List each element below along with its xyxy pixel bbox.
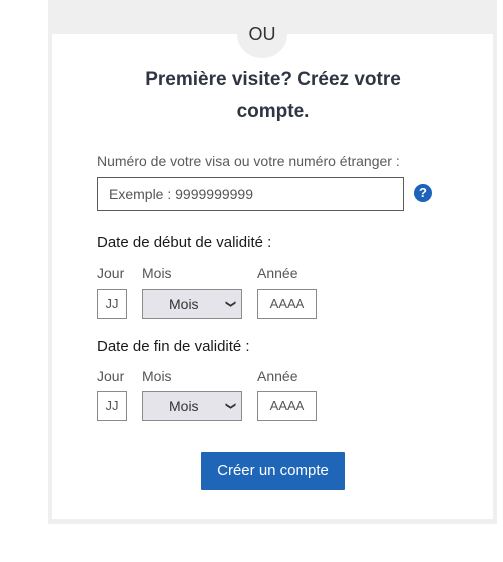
start-month-select[interactable]: Mois ❯: [142, 289, 242, 319]
end-date-label: Date de fin de validité :: [97, 338, 250, 355]
start-day-label: Jour: [97, 265, 125, 281]
end-day-input[interactable]: JJ: [97, 391, 127, 421]
visa-field-label: Numéro de votre visa ou votre numéro étr…: [97, 153, 400, 169]
end-day-label: Jour: [97, 368, 125, 384]
end-year-label: Année: [257, 368, 298, 384]
start-month-select-value: Mois: [169, 296, 199, 312]
start-month-label: Mois: [142, 265, 172, 281]
question-circle-icon[interactable]: ?: [414, 184, 432, 202]
or-divider-badge: OU: [237, 12, 287, 58]
start-year-input[interactable]: AAAA: [257, 289, 317, 319]
start-date-label: Date de début de validité :: [97, 234, 272, 251]
end-month-select-value: Mois: [169, 398, 199, 414]
chevron-down-icon: ❯: [224, 299, 236, 309]
end-month-label: Mois: [142, 368, 172, 384]
start-day-input[interactable]: JJ: [97, 289, 127, 319]
chevron-down-icon: ❯: [224, 401, 236, 411]
start-year-label: Année: [257, 265, 298, 281]
register-title: Première visite? Créez votre compte.: [145, 69, 401, 122]
end-month-select[interactable]: Mois ❯: [142, 391, 242, 421]
create-account-button[interactable]: Créer un compte: [201, 452, 345, 490]
end-year-input[interactable]: AAAA: [257, 391, 317, 421]
visa-number-input[interactable]: Exemple : 9999999999: [97, 177, 404, 211]
